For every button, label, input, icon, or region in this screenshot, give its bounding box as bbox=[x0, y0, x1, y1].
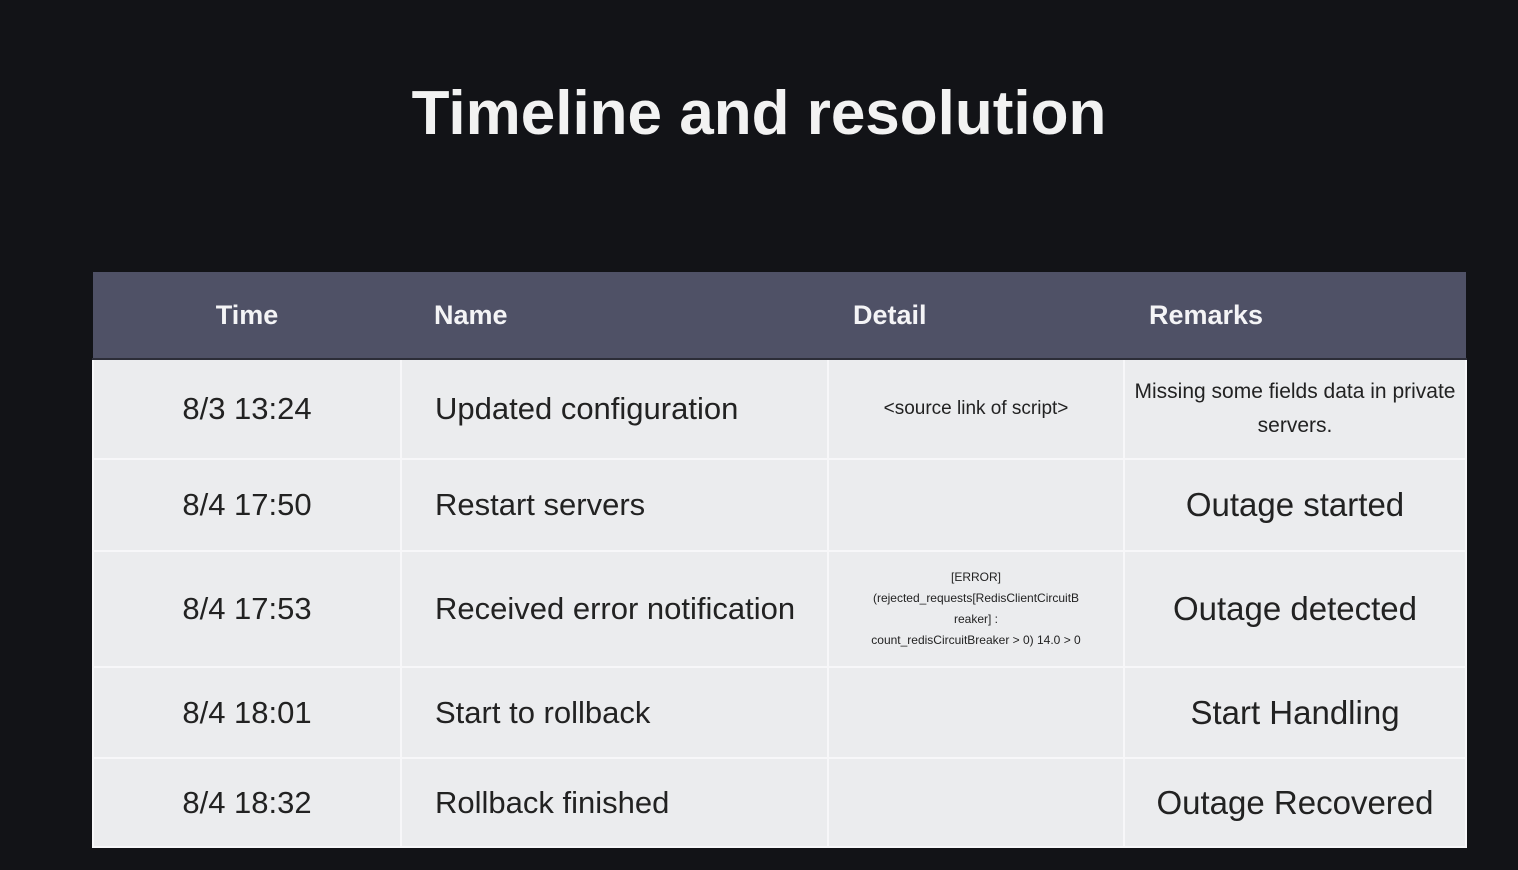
table-row: 8/4 17:53 Received error notification [E… bbox=[92, 550, 1467, 668]
header-name: Name bbox=[401, 272, 828, 360]
table-row: 8/4 17:50 Restart servers Outage started bbox=[92, 458, 1467, 552]
table-row: 8/4 18:32 Rollback finished Outage Recov… bbox=[92, 757, 1467, 848]
header-detail: Detail bbox=[828, 272, 1124, 360]
cell-remarks: Outage Recovered bbox=[1123, 757, 1467, 848]
cell-remarks: Missing some fields data in private serv… bbox=[1123, 358, 1467, 460]
cell-time: 8/4 17:50 bbox=[92, 458, 402, 552]
timeline-table: Time Name Detail Remarks 8/3 13:24 Updat… bbox=[92, 272, 1467, 848]
header-remarks: Remarks bbox=[1124, 272, 1466, 360]
cell-detail bbox=[827, 757, 1125, 848]
cell-name: Rollback finished bbox=[400, 757, 829, 848]
cell-remarks: Start Handling bbox=[1123, 666, 1467, 759]
cell-time: 8/4 18:01 bbox=[92, 666, 402, 759]
cell-time: 8/4 18:32 bbox=[92, 757, 402, 848]
table-header-row: Time Name Detail Remarks bbox=[93, 272, 1466, 360]
detail-line: [ERROR] bbox=[950, 570, 1001, 584]
cell-remarks: Outage detected bbox=[1123, 550, 1467, 668]
cell-detail: <source link of script> bbox=[827, 358, 1125, 460]
detail-line: reaker] : bbox=[953, 612, 998, 626]
table-row: 8/4 18:01 Start to rollback Start Handli… bbox=[92, 666, 1467, 759]
cell-name: Received error notification bbox=[400, 550, 829, 668]
cell-detail bbox=[827, 458, 1125, 552]
page-title: Timeline and resolution bbox=[411, 79, 1107, 148]
cell-remarks: Outage started bbox=[1123, 458, 1467, 552]
cell-detail bbox=[827, 666, 1125, 759]
cell-name: Restart servers bbox=[400, 458, 829, 552]
header-time: Time bbox=[93, 272, 401, 360]
cell-name: Start to rollback bbox=[400, 666, 829, 759]
cell-time: 8/4 17:53 bbox=[92, 550, 402, 668]
table-row: 8/3 13:24 Updated configuration <source … bbox=[92, 358, 1467, 460]
cell-time: 8/3 13:24 bbox=[92, 358, 402, 460]
detail-line: count_redisCircuitBreaker > 0) 14.0 > 0 bbox=[871, 633, 1081, 647]
detail-line: (rejected_requests[RedisClientCircuitB bbox=[872, 591, 1080, 605]
cell-name: Updated configuration bbox=[400, 358, 829, 460]
cell-detail: [ERROR] (rejected_requests[RedisClientCi… bbox=[827, 550, 1125, 668]
